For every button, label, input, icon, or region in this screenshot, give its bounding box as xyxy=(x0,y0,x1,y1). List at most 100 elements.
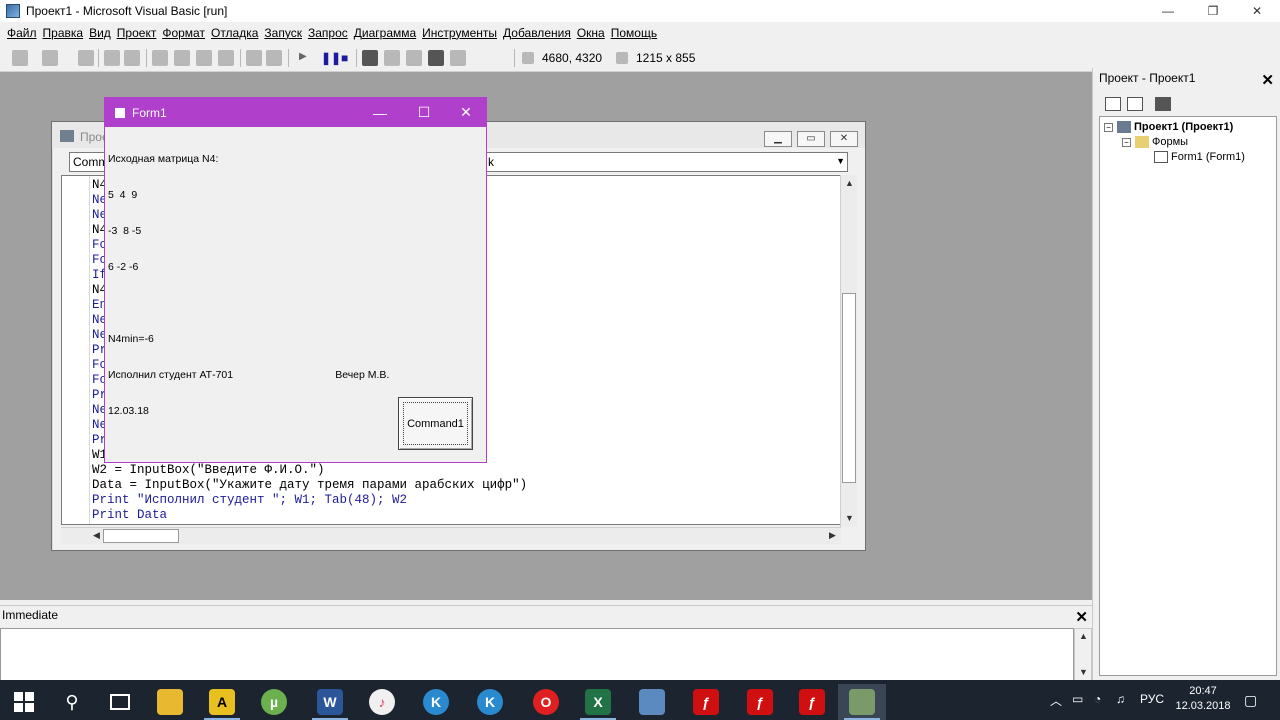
scroll-up-icon[interactable]: ▲ xyxy=(1079,631,1088,641)
menu-edit[interactable]: Правка xyxy=(40,26,87,40)
start-button[interactable] xyxy=(0,684,48,720)
menu-window[interactable]: Окна xyxy=(574,26,608,40)
code-horizontal-scrollbar[interactable]: ◀ ▶ xyxy=(61,527,841,544)
code-close-button[interactable]: ✕ xyxy=(830,131,858,147)
project-tree[interactable]: − Проект1 (Проект1) − Формы Form1 (Form1… xyxy=(1099,116,1277,676)
scroll-right-icon[interactable]: ▶ xyxy=(829,530,836,541)
collapse-icon[interactable]: − xyxy=(1104,122,1113,132)
add-project-icon[interactable] xyxy=(12,50,28,66)
save-icon[interactable] xyxy=(124,50,140,66)
immediate-close-icon[interactable]: ✕ xyxy=(1075,608,1088,626)
immediate-window[interactable]: Immediate ✕ ▲ ▼ xyxy=(0,605,1092,681)
taskbar-explorer[interactable] xyxy=(146,684,194,720)
code-minimize-button[interactable]: ▁ xyxy=(764,131,792,147)
tree-node-project[interactable]: − Проект1 (Проект1) xyxy=(1104,121,1233,133)
menu-format[interactable]: Формат xyxy=(159,26,208,40)
form-maximize-button[interactable]: ☐ xyxy=(402,98,446,127)
copy-icon[interactable] xyxy=(174,50,190,66)
toolbox-icon[interactable] xyxy=(450,50,466,66)
menu-view[interactable]: Вид xyxy=(86,26,114,40)
volume-icon[interactable]: ♫ xyxy=(1116,692,1125,706)
taskbar-excel[interactable]: X xyxy=(574,684,622,720)
code-line[interactable]: Print Data xyxy=(92,508,527,523)
scroll-left-icon[interactable]: ◀ xyxy=(93,530,100,541)
stop-icon[interactable]: ■ xyxy=(341,51,348,65)
taskbar-kmplayer-2[interactable]: K xyxy=(466,684,514,720)
toggle-folders-icon[interactable] xyxy=(1155,97,1171,111)
menu-query[interactable]: Запрос xyxy=(305,26,351,40)
close-button[interactable]: ✕ xyxy=(1234,0,1280,22)
menu-editor-icon[interactable] xyxy=(78,50,94,66)
code-line[interactable]: Data = InputBox("Укажите дату тремя пара… xyxy=(92,478,527,493)
project-explorer-close-icon[interactable]: ✕ xyxy=(1261,71,1274,89)
taskbar-word[interactable]: W xyxy=(306,684,354,720)
scroll-down-icon[interactable]: ▼ xyxy=(1079,667,1088,677)
view-code-icon[interactable] xyxy=(1105,97,1121,111)
minimize-button[interactable]: — xyxy=(1145,0,1191,22)
undo-icon[interactable] xyxy=(246,50,262,66)
code-line[interactable]: W2 = InputBox("Введите Ф.И.О.") xyxy=(92,463,527,478)
form-close-button[interactable]: ✕ xyxy=(444,98,488,127)
start-icon[interactable]: ▶ xyxy=(299,51,307,62)
form-minimize-button[interactable]: — xyxy=(358,98,402,127)
form-layout-icon[interactable] xyxy=(406,50,422,66)
menu-help[interactable]: Помощь xyxy=(608,26,660,40)
output-line: 12.03.18 xyxy=(108,405,149,417)
open-icon[interactable] xyxy=(104,50,120,66)
collapse-icon[interactable]: − xyxy=(1122,137,1131,147)
code-maximize-button[interactable]: ▭ xyxy=(797,131,825,147)
search-button[interactable]: ⚲ xyxy=(48,684,96,720)
paste-icon[interactable] xyxy=(196,50,212,66)
taskbar-flash[interactable]: ƒ xyxy=(682,684,730,720)
command1-button[interactable]: Command1 xyxy=(398,397,473,450)
menu-project[interactable]: Проект xyxy=(114,26,160,40)
taskbar-utorrent[interactable]: µ xyxy=(250,684,298,720)
code-vertical-scrollbar[interactable]: ▲ ▼ xyxy=(840,175,857,527)
taskbar-inspector[interactable] xyxy=(628,684,676,720)
project-explorer-icon[interactable] xyxy=(362,50,378,66)
chevron-down-icon[interactable]: ▼ xyxy=(836,156,845,166)
taskbar-flash-2[interactable]: ƒ xyxy=(736,684,784,720)
menu-file[interactable]: Файл xyxy=(4,26,40,40)
notifications-icon[interactable]: ▢ xyxy=(1244,692,1257,709)
pause-icon[interactable]: ❚❚ xyxy=(321,51,341,65)
project-explorer[interactable]: Проект - Проект1 ✕ − Проект1 (Проект1) −… xyxy=(1092,68,1280,680)
taskbar-visual-basic[interactable] xyxy=(838,684,886,720)
taskbar-flash-3[interactable]: ƒ xyxy=(788,684,836,720)
find-icon[interactable] xyxy=(218,50,234,66)
tree-node-form1[interactable]: Form1 (Form1) xyxy=(1154,151,1245,163)
menu-run[interactable]: Запуск xyxy=(261,26,305,40)
menu-debug[interactable]: Отладка xyxy=(208,26,261,40)
scroll-down-icon[interactable]: ▼ xyxy=(845,513,854,523)
taskbar-archicad[interactable]: A xyxy=(198,684,246,720)
tree-node-forms[interactable]: − Формы xyxy=(1122,136,1188,148)
redo-icon[interactable] xyxy=(266,50,282,66)
network-icon[interactable]: ◔ xyxy=(1094,692,1101,706)
taskbar-itunes[interactable]: ♪ xyxy=(358,684,406,720)
menu-addins[interactable]: Добавления xyxy=(500,26,574,40)
add-form-icon[interactable] xyxy=(42,50,58,66)
show-hidden-icons[interactable]: ︿ xyxy=(1050,692,1062,709)
hscroll-thumb[interactable] xyxy=(103,529,179,543)
immediate-input[interactable] xyxy=(0,628,1074,681)
form1-window[interactable]: Form1 — ☐ ✕ Исходная матрица N4: 5 4 9 -… xyxy=(104,97,487,463)
menu-diagram[interactable]: Диаграмма xyxy=(351,26,419,40)
procedure-combo[interactable]: k ▼ xyxy=(484,152,848,172)
menu-tools[interactable]: Инструменты xyxy=(419,26,500,40)
properties-icon[interactable] xyxy=(384,50,400,66)
clock[interactable]: 20:47 12.03.2018 xyxy=(1172,684,1234,714)
restore-button[interactable]: ❐ xyxy=(1190,0,1236,22)
view-object-icon[interactable] xyxy=(1127,97,1143,111)
task-view-button[interactable] xyxy=(96,684,144,720)
scroll-thumb[interactable] xyxy=(842,293,856,483)
cut-icon[interactable] xyxy=(152,50,168,66)
form1-titlebar[interactable]: Form1 — ☐ ✕ xyxy=(105,98,486,127)
code-line[interactable]: Print "Исполнил студент "; W1; Tab(48); … xyxy=(92,493,527,508)
language-indicator[interactable]: РУС xyxy=(1140,692,1164,706)
taskbar-opera[interactable]: O xyxy=(522,684,570,720)
immediate-scrollbar[interactable]: ▲ ▼ xyxy=(1074,628,1092,681)
battery-icon[interactable]: ▭ xyxy=(1072,692,1083,706)
object-browser-icon[interactable] xyxy=(428,50,444,66)
taskbar-kmplayer[interactable]: K xyxy=(412,684,460,720)
scroll-up-icon[interactable]: ▲ xyxy=(845,178,854,188)
